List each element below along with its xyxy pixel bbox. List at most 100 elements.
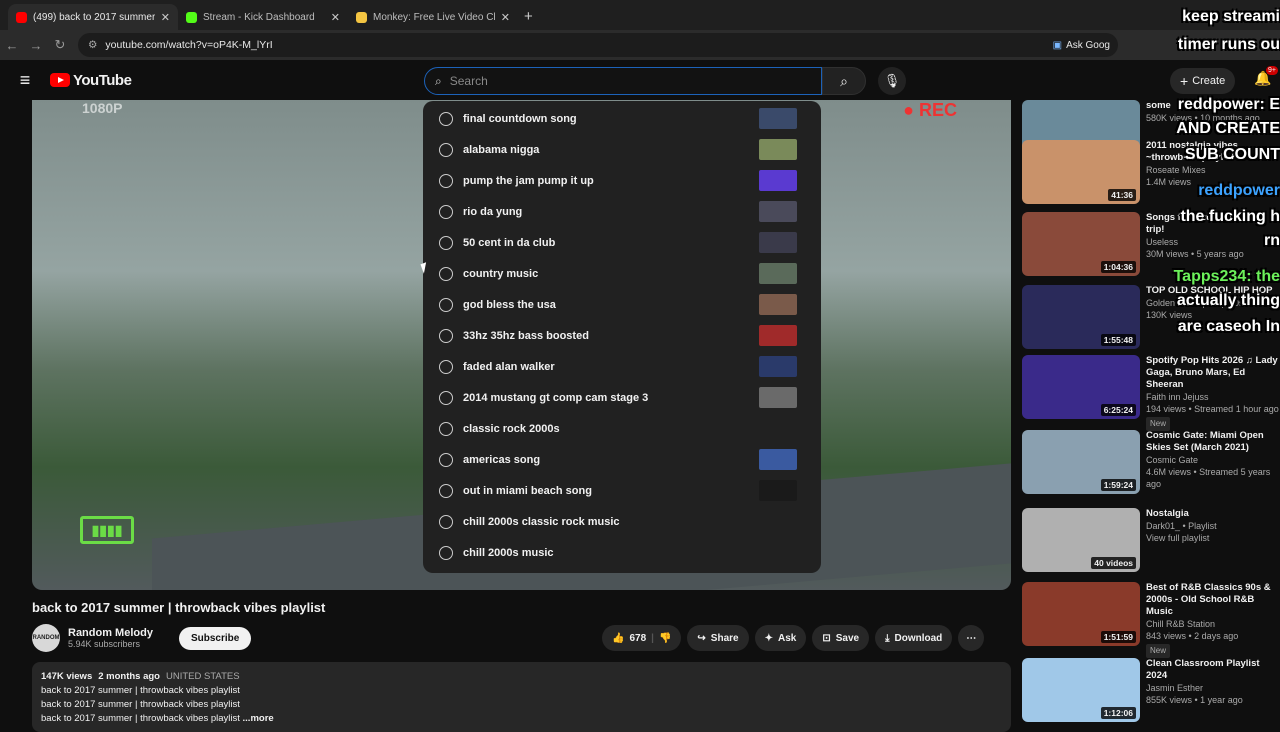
country-tag[interactable]: UNITED STATES	[166, 671, 240, 682]
video-thumbnail[interactable]: 6:25:24	[1022, 355, 1140, 419]
suggestion-thumbnail	[759, 201, 797, 222]
video-thumbnail[interactable]: 1:55:48	[1022, 285, 1140, 349]
overlay-chat-text: SUB COUNT	[1184, 146, 1280, 163]
more-icon: ⋯	[966, 632, 977, 644]
forward-icon[interactable]: →	[24, 38, 48, 53]
history-icon	[439, 235, 453, 250]
ask-button[interactable]: ✦ Ask	[754, 625, 807, 651]
video-thumbnail[interactable]: 41:36	[1022, 140, 1140, 204]
search-suggestion[interactable]: americas song	[423, 444, 821, 475]
search-box[interactable]: ⌕	[424, 67, 822, 95]
search-suggestion[interactable]: 2014 mustang gt comp cam stage 3	[423, 382, 821, 413]
recommended-channel[interactable]: Useless	[1146, 236, 1280, 248]
search-suggestion[interactable]: chill 2000s classic rock music	[423, 506, 821, 537]
download-label: Download	[894, 632, 943, 644]
description-box[interactable]: 147K views 2 months ago UNITED STATES back…	[32, 662, 1011, 732]
recommended-channel[interactable]: Jasmin Esther	[1146, 682, 1280, 694]
recommended-title[interactable]: Clean Classroom Playlist 2024	[1146, 658, 1280, 682]
recommended-video[interactable]: 6:25:24 Spotify Pop Hits 2026 ♫ Lady Gaga…	[1022, 355, 1280, 431]
recommended-channel[interactable]: Cosmic Gate	[1146, 454, 1280, 466]
new-tab-icon[interactable]: +	[524, 4, 533, 30]
video-thumbnail[interactable]: 1:51:59	[1022, 582, 1140, 646]
channel-avatar[interactable]: RANDOM	[32, 624, 60, 652]
download-button[interactable]: ⤓ Download	[875, 625, 953, 651]
search-suggestion[interactable]: rio da yung	[423, 196, 821, 227]
reload-icon[interactable]: ↻	[48, 37, 72, 53]
history-icon	[439, 483, 453, 498]
description-line: back to 2017 summer | throwback vibes pl…	[41, 699, 240, 710]
search-suggestion[interactable]: final countdown song	[423, 103, 821, 134]
history-icon	[439, 328, 453, 343]
tab-close-icon[interactable]: ✕	[161, 11, 170, 24]
recommended-video[interactable]: 1:59:24 Cosmic Gate: Miami Open Skies Set…	[1022, 430, 1280, 494]
tab-close-icon[interactable]: ✕	[501, 11, 510, 24]
address-bar[interactable]: ⚙ youtube.com/watch?v=oP4K-M_lYrI ▣ Ask …	[78, 33, 1118, 57]
duration-badge: 1:51:59	[1100, 631, 1136, 643]
recommended-title[interactable]: Nostalgia	[1146, 508, 1217, 520]
search-suggestion[interactable]: chill 2000s music	[423, 537, 821, 568]
youtube-logo[interactable]: YouTube	[50, 71, 132, 89]
search-suggestion[interactable]: classic rock 2000s	[423, 413, 821, 444]
search-suggestion[interactable]: god bless the usa	[423, 289, 821, 320]
search-suggestion[interactable]: out in miami beach song	[423, 475, 821, 506]
recommended-stats: 4.6M views • Streamed 5 years ago	[1146, 467, 1271, 489]
browser-tab[interactable]: (499) back to 2017 summer ✕	[8, 4, 178, 30]
video-thumbnail[interactable]: 1:59:24	[1022, 430, 1140, 494]
share-button[interactable]: ↪ Share	[687, 625, 749, 651]
browser-toolbar: ← → ↻ ⚙ youtube.com/watch?v=oP4K-M_lYrI …	[0, 30, 1280, 60]
search-suggestion[interactable]: faded alan walker	[423, 351, 821, 382]
recommended-channel[interactable]: Dark01_ • Playlist	[1146, 520, 1217, 532]
recommended-title[interactable]: Best of R&B Classics 90s & 2000s - Old S…	[1146, 582, 1280, 618]
search-input[interactable]	[449, 74, 821, 88]
menu-icon[interactable]: ≡	[0, 70, 50, 91]
video-thumbnail[interactable]: 1:04:36	[1022, 212, 1140, 276]
ask-google-button[interactable]: ▣ Ask Goog	[1053, 40, 1118, 51]
suggestion-text: faded alan walker	[463, 360, 555, 373]
recommended-video[interactable]: 1:51:59 Best of R&B Classics 90s & 2000s …	[1022, 582, 1280, 658]
recommended-channel[interactable]: Chill R&B Station	[1146, 618, 1280, 630]
suggestion-thumbnail	[759, 108, 797, 129]
tab-close-icon[interactable]: ✕	[331, 11, 340, 24]
site-info-icon[interactable]: ⚙	[88, 39, 97, 51]
bookmark-icon: ⊡	[822, 632, 831, 644]
back-icon[interactable]: ←	[0, 38, 24, 53]
subscriber-count: 5.94K subscribers	[68, 639, 141, 649]
subscribe-button[interactable]: Subscribe	[178, 626, 252, 650]
recommended-channel[interactable]: Faith inn Jejuss	[1146, 391, 1280, 403]
search-suggestion[interactable]: alabama nigga	[423, 134, 821, 165]
youtube-logo-text: YouTube	[73, 71, 132, 89]
thumbs-down-icon[interactable]: 👎	[659, 633, 671, 644]
recommended-video[interactable]: 40 videos Nostalgia Dark01_ • Playlist View…	[1022, 508, 1280, 572]
search-suggestion[interactable]: 33hz 35hz bass boosted	[423, 320, 821, 351]
recommended-title[interactable]: Spotify Pop Hits 2026 ♫ Lady Gaga, Bruno…	[1146, 355, 1280, 391]
browser-tab[interactable]: Stream - Kick Dashboard ✕	[178, 4, 348, 30]
suggestion-text: pump the jam pump it up	[463, 174, 594, 187]
battery-icon: ▮▮▮▮	[80, 516, 134, 544]
duration-badge: 1:55:48	[1100, 334, 1136, 346]
video-thumbnail[interactable]: 1:12:06	[1022, 658, 1140, 722]
suggestion-text: 2014 mustang gt comp cam stage 3	[463, 391, 649, 404]
recommended-title[interactable]: Cosmic Gate: Miami Open Skies Set (March…	[1146, 430, 1280, 454]
more-actions-button[interactable]: ⋯	[958, 625, 985, 651]
suggestion-thumbnail	[759, 139, 797, 160]
create-button[interactable]: + Create	[1170, 68, 1236, 94]
recommended-video[interactable]: 1:12:06 Clean Classroom Playlist 2024 Jasm…	[1022, 658, 1280, 722]
browser-tab[interactable]: Monkey: Free Live Video Ch ✕	[348, 4, 518, 30]
search-suggestion[interactable]: 50 cent in da club	[423, 227, 821, 258]
search-suggestion[interactable]: country music	[423, 258, 821, 289]
show-more-link[interactable]: ...more	[243, 713, 274, 724]
url-text: youtube.com/watch?v=oP4K-M_lYrI	[105, 39, 273, 51]
overlay-chat-text: the fucking h	[1180, 208, 1280, 225]
video-thumbnail[interactable]: 40 videos	[1022, 508, 1140, 572]
save-button[interactable]: ⊡ Save	[812, 625, 870, 651]
history-icon	[439, 266, 453, 281]
recommended-channel[interactable]: Roseate Mixes	[1146, 164, 1280, 176]
search-suggestion[interactable]: pump the jam pump it up	[423, 165, 821, 196]
like-button[interactable]: 👍 678 | 👎	[602, 625, 682, 651]
duration-badge: 1:59:24	[1100, 479, 1136, 491]
video-meta: 147K views 2 months ago UNITED STATES	[41, 670, 1002, 684]
voice-search-button[interactable]: 🎙	[878, 67, 906, 95]
channel-name[interactable]: Random Melody	[68, 627, 153, 639]
search-button[interactable]: ⌕	[822, 67, 866, 95]
create-label: Create	[1192, 75, 1226, 87]
